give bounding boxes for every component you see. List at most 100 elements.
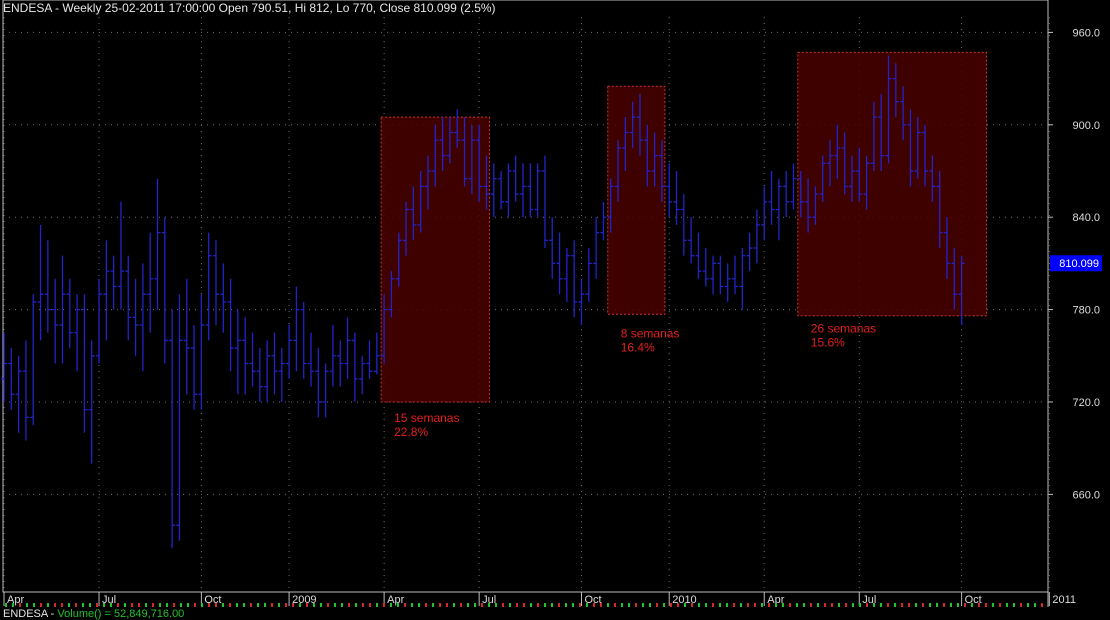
volume-tick: [376, 603, 378, 607]
volume-tick: [572, 603, 574, 607]
volume-tick: [523, 603, 525, 607]
volume-tick: [579, 603, 581, 607]
volume-tick: [691, 603, 693, 607]
volume-tick: [628, 603, 630, 607]
volume-tick: [369, 603, 371, 607]
volume-tick: [915, 603, 917, 607]
volume-tick: [103, 603, 105, 607]
volume-tick: [467, 603, 469, 607]
volume-tick: [187, 603, 189, 607]
volume-tick: [460, 603, 462, 607]
volume-tick: [600, 603, 602, 607]
volume-tick: [663, 603, 665, 607]
volume-tick: [201, 603, 203, 607]
volume-tick: [1020, 603, 1022, 607]
zone-label-weeks: 8 semanas: [621, 326, 680, 340]
volume-tick: [68, 603, 70, 607]
y-tick-label: 720.0: [1072, 397, 1100, 409]
volume-tick: [26, 603, 28, 607]
volume-tick: [565, 603, 567, 607]
volume-tick: [292, 603, 294, 607]
volume-tick: [180, 603, 182, 607]
volume-tick: [551, 603, 553, 607]
volume-tick: [593, 603, 595, 607]
volume-tick: [47, 603, 49, 607]
volume-tick: [131, 603, 133, 607]
volume-tick: [390, 603, 392, 607]
volume-tick: [957, 603, 959, 607]
volume-tick: [173, 603, 175, 607]
volume-tick: [278, 603, 280, 607]
volume-tick: [656, 603, 658, 607]
volume-tick: [362, 603, 364, 607]
y-tick-label: 900.0: [1072, 120, 1100, 132]
volume-tick: [271, 603, 273, 607]
volume-footer-label: Volume() = 52,849,716.00: [57, 608, 185, 620]
x-tick-label: Apr: [387, 594, 404, 606]
volume-tick: [866, 603, 868, 607]
volume-tick: [845, 603, 847, 607]
volume-tick: [250, 603, 252, 607]
x-tick-label: 2011: [1052, 594, 1076, 606]
volume-tick: [145, 603, 147, 607]
x-tick-label: Oct: [204, 594, 221, 606]
volume-tick: [712, 603, 714, 607]
volume-tick: [348, 603, 350, 607]
volume-tick: [110, 603, 112, 607]
volume-tick: [929, 603, 931, 607]
volume-tick: [1013, 603, 1015, 607]
volume-tick: [824, 603, 826, 607]
volume-tick: [852, 603, 854, 607]
volume-tick: [96, 603, 98, 607]
volume-tick: [936, 603, 938, 607]
volume-tick: [397, 603, 399, 607]
volume-tick: [880, 603, 882, 607]
volume-tick: [677, 603, 679, 607]
volume-tick: [530, 603, 532, 607]
swing-zone: [797, 51, 988, 317]
volume-tick: [54, 603, 56, 607]
volume-tick: [383, 603, 385, 607]
volume-tick: [684, 603, 686, 607]
volume-tick: [817, 603, 819, 607]
volume-tick: [544, 603, 546, 607]
volume-tick: [558, 603, 560, 607]
volume-tick: [838, 603, 840, 607]
volume-tick: [194, 603, 196, 607]
volume-tick: [621, 603, 623, 607]
zone-label-pct: 22.8%: [394, 425, 428, 439]
volume-tick: [775, 603, 777, 607]
volume-tick: [453, 603, 455, 607]
volume-tick: [782, 603, 784, 607]
last-price-label: 810.099: [1059, 258, 1099, 270]
volume-tick: [313, 603, 315, 607]
volume-tick: [61, 603, 63, 607]
volume-tick: [537, 603, 539, 607]
zone-label-weeks: 26 semanas: [811, 322, 876, 336]
volume-tick: [474, 603, 476, 607]
volume-tick: [901, 603, 903, 607]
volume-tick: [40, 603, 42, 607]
volume-tick: [726, 603, 728, 607]
price-chart[interactable]: 660.0720.0780.0840.0900.0960.0Apr Jul Oct 2…: [0, 0, 1110, 619]
volume-tick: [964, 603, 966, 607]
volume-tick: [705, 603, 707, 607]
volume-tick: [481, 603, 483, 607]
swing-zone: [607, 85, 666, 315]
volume-tick: [740, 603, 742, 607]
volume-tick: [509, 603, 511, 607]
volume-tick: [803, 603, 805, 607]
volume-footer-symbol: ENDESA -: [3, 608, 58, 620]
volume-footer: ENDESA - Volume() = 52,849,716.00: [3, 608, 184, 620]
volume-tick: [264, 603, 266, 607]
volume-tick: [82, 603, 84, 607]
volume-tick: [971, 603, 973, 607]
volume-tick: [446, 603, 448, 607]
volume-tick: [887, 603, 889, 607]
volume-tick: [747, 603, 749, 607]
volume-tick: [222, 603, 224, 607]
volume-tick: [89, 603, 91, 607]
volume-tick: [908, 603, 910, 607]
volume-tick: [404, 603, 406, 607]
volume-tick: [754, 603, 756, 607]
